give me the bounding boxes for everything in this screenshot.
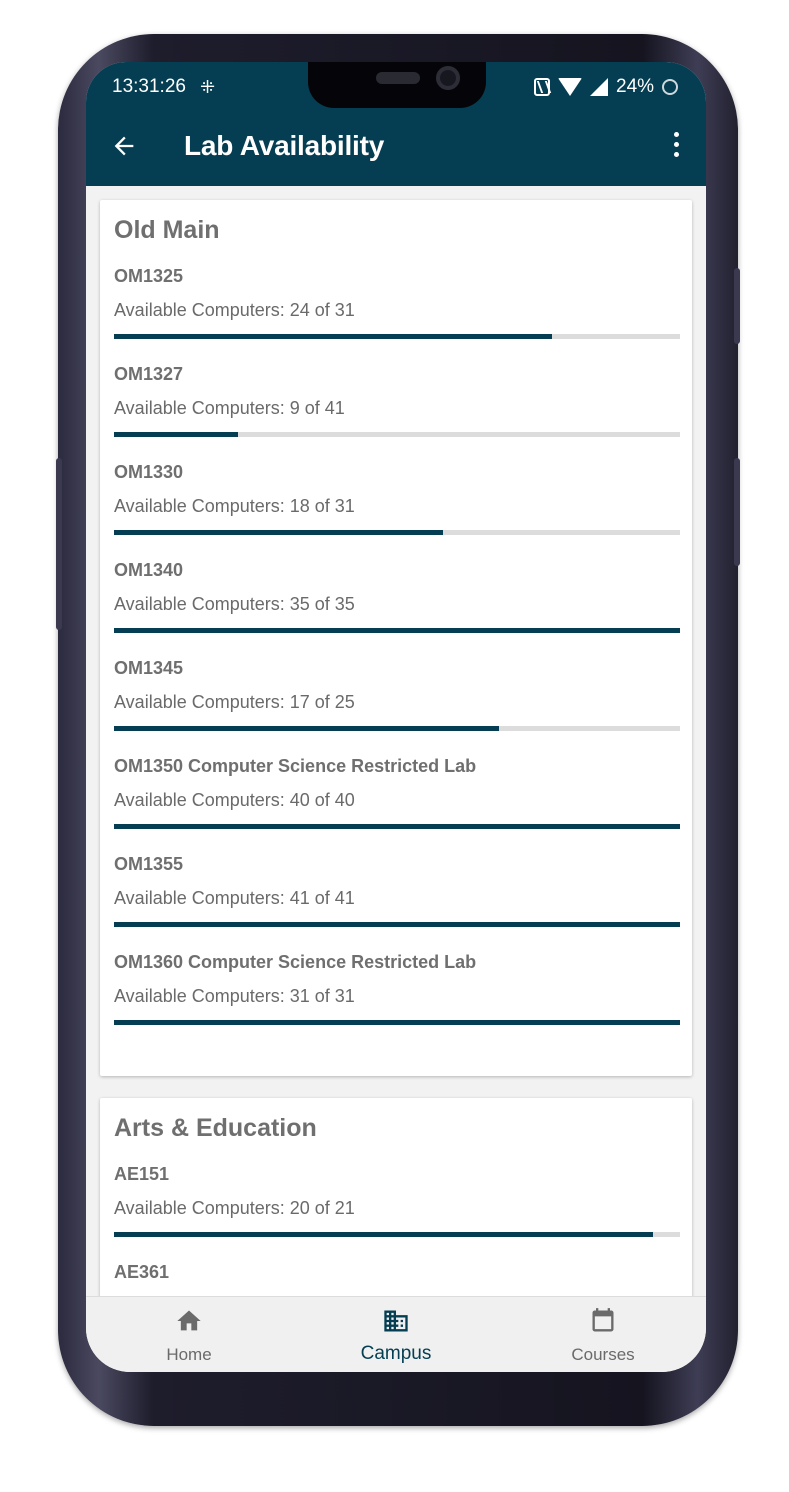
lab-availability-text: Available Computers: 17 of 25 — [114, 692, 355, 712]
battery-icon — [662, 79, 679, 95]
availability-progress-bar — [114, 824, 680, 829]
lab-availability-text: Available Computers: 24 of 31 — [114, 300, 355, 320]
bottom-navigation: Home Campus Courses — [86, 1296, 706, 1372]
lab-item[interactable]: AE361Available Computers: 25 of 25 — [114, 1262, 680, 1296]
availability-progress-fill — [114, 922, 680, 927]
lab-item[interactable]: OM1325 Available Computers: 24 of 31 — [114, 266, 680, 364]
lab-name: AE151 — [114, 1164, 170, 1184]
volume-button — [734, 458, 740, 566]
availability-progress-fill — [114, 726, 499, 731]
lab-availability-text: Available Computers: 18 of 31 — [114, 496, 355, 516]
availability-progress-bar — [114, 334, 680, 339]
power-button — [734, 268, 740, 344]
availability-progress-fill — [114, 530, 443, 535]
more-vert-icon — [673, 132, 679, 137]
lab-item[interactable]: OM1360 Computer Science Restricted Lab Av… — [114, 952, 680, 1050]
front-camera — [436, 66, 460, 90]
building-title: Arts & Education — [114, 1114, 317, 1142]
arrow-left-icon — [114, 136, 134, 156]
page-title: Lab Availability — [184, 130, 385, 161]
nav-campus[interactable]: Campus — [326, 1297, 466, 1372]
availability-progress-bar — [114, 922, 680, 927]
lab-name: OM1340 — [114, 560, 184, 580]
availability-progress-fill — [114, 1020, 680, 1025]
lab-name: OM1330 — [114, 462, 184, 482]
status-icons: 24% — [534, 76, 679, 98]
lab-item[interactable]: OM1355 Available Computers: 41 of 41 — [114, 854, 680, 952]
nav-courses[interactable]: Courses — [533, 1297, 673, 1372]
lab-availability-text: Available Computers: 40 of 40 — [114, 790, 355, 810]
nav-label: Courses — [571, 1345, 635, 1364]
lab-name: OM1355 — [114, 854, 184, 874]
availability-progress-bar — [114, 726, 680, 731]
lab-list[interactable]: Old Main OM1325 Available Computers: 24 of… — [86, 186, 706, 1296]
lab-availability-text: Available Computers: 41 of 41 — [114, 888, 355, 908]
availability-progress-bar — [114, 1232, 680, 1237]
availability-progress-bar — [114, 628, 680, 633]
wifi-icon — [558, 78, 582, 96]
lab-item[interactable]: AE151 Available Computers: 20 of 21 — [114, 1164, 680, 1262]
lab-name: OM1345 — [114, 658, 184, 678]
availability-progress-bar — [114, 530, 680, 535]
lab-item[interactable]: OM1327 Available Computers: 9 of 41 — [114, 364, 680, 462]
availability-progress-fill — [114, 334, 553, 339]
earpiece-speaker — [376, 72, 420, 84]
lab-name: OM1350 Computer Science Restricted Lab — [114, 756, 477, 776]
building-card: Old Main OM1325 Available Computers: 24 of… — [100, 200, 692, 1076]
calendar-icon — [589, 1307, 617, 1335]
nav-label: Home — [166, 1345, 212, 1364]
building-title: Old Main — [114, 216, 220, 244]
availability-progress-fill — [114, 1232, 654, 1237]
availability-progress-bar — [114, 432, 680, 437]
availability-progress-bar — [114, 1020, 680, 1025]
lab-availability-text: Available Computers: 20 of 21 — [114, 1198, 355, 1218]
building-card: Arts & Education AE151 Available Computers… — [100, 1098, 692, 1296]
lab-name: AE361 — [114, 1262, 170, 1282]
lab-availability-text: Available Computers: 35 of 35 — [114, 594, 355, 614]
nav-home[interactable]: Home — [119, 1297, 259, 1372]
screen: 13:31:26 ⁜ 24% Lab Availability Old Main… — [86, 62, 706, 1372]
display-notch — [308, 62, 486, 108]
more-options-button[interactable] — [666, 132, 686, 162]
home-icon — [175, 1307, 203, 1335]
availability-progress-fill — [114, 824, 680, 829]
alert-slider — [56, 458, 62, 630]
lab-availability-text: Available Computers: 31 of 31 — [114, 986, 355, 1006]
battery-percent: 24% — [616, 76, 655, 97]
back-button[interactable] — [106, 128, 142, 164]
lab-item[interactable]: OM1345 Available Computers: 17 of 25 — [114, 658, 680, 756]
lab-item[interactable]: OM1350 Computer Science Restricted Lab Av… — [114, 756, 680, 854]
lab-name: OM1325 — [114, 266, 184, 286]
availability-progress-fill — [114, 432, 239, 437]
lab-name: OM1360 Computer Science Restricted Lab — [114, 952, 477, 972]
building-icon — [382, 1307, 410, 1335]
fitbit-icon: ⁜ — [200, 77, 216, 97]
lab-item[interactable]: OM1340 Available Computers: 35 of 35 — [114, 560, 680, 658]
nav-label: Campus — [360, 1343, 432, 1364]
status-time: 13:31:26 — [112, 76, 186, 97]
lab-availability-text: Available Computers: 9 of 41 — [114, 398, 345, 418]
nfc-icon — [534, 78, 550, 96]
lab-item[interactable]: OM1330 Available Computers: 18 of 31 — [114, 462, 680, 560]
lab-name: OM1327 — [114, 364, 184, 384]
availability-progress-fill — [114, 628, 680, 633]
signal-icon — [590, 78, 608, 96]
